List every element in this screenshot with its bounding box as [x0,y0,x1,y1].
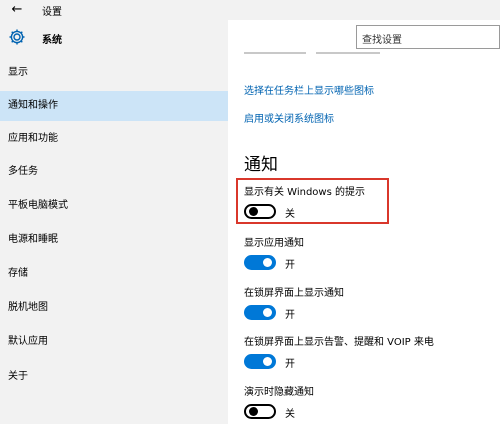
sidebar: 系统 显示 通知和操作 应用和功能 多任务 平板电脑模式 电源和睡眠 存储 脱机… [0,20,228,424]
sidebar-item-display[interactable]: 显示 [0,58,228,88]
link-system-icons[interactable]: 启用或关闭系统图标 [244,110,334,125]
search-input[interactable]: 查找设置 [356,25,500,49]
toggle-switch[interactable] [244,404,276,419]
window-title: 设置 [42,7,62,18]
sidebar-header: 系统 [0,20,228,56]
toggle-switch[interactable] [244,354,276,369]
toggle-switch[interactable] [244,305,276,320]
setting-label: 显示应用通知 [244,238,304,249]
toggle-state: 开 [285,359,295,370]
link-taskbar-icons[interactable]: 选择在任务栏上显示哪些图标 [244,82,374,97]
toggle-state: 开 [285,310,295,321]
toggle-state: 关 [285,409,295,420]
sidebar-item-power-sleep[interactable]: 电源和睡眠 [0,225,228,255]
sidebar-item-apps[interactable]: 应用和功能 [0,124,228,154]
setting-label: 在锁屏界面上显示告警、提醒和 VOIP 来电 [244,337,434,348]
section-title: 通知 [244,155,278,175]
sidebar-item-default-apps[interactable]: 默认应用 [0,327,228,357]
setting-label: 在锁屏界面上显示通知 [244,288,344,299]
sidebar-title: 系统 [42,35,62,46]
sidebar-item-multitasking[interactable]: 多任务 [0,157,228,187]
title-bar: ← 设置 [0,0,500,20]
search-placeholder: 查找设置 [362,35,402,46]
gear-icon [9,29,25,45]
sidebar-item-storage[interactable]: 存储 [0,259,228,289]
sidebar-item-about[interactable]: 关于 [0,362,228,392]
toggle-state: 开 [285,260,295,271]
sidebar-item-offline-maps[interactable]: 脱机地图 [0,293,228,323]
sidebar-item-tablet-mode[interactable]: 平板电脑模式 [0,191,228,221]
scrolled-content-edge [244,52,484,54]
setting-label: 演示时隐藏通知 [244,387,314,398]
toggle-switch[interactable] [244,255,276,270]
back-arrow-icon[interactable]: ← [6,1,28,19]
highlight-box [236,178,389,224]
sidebar-item-notifications[interactable]: 通知和操作 [0,91,228,121]
